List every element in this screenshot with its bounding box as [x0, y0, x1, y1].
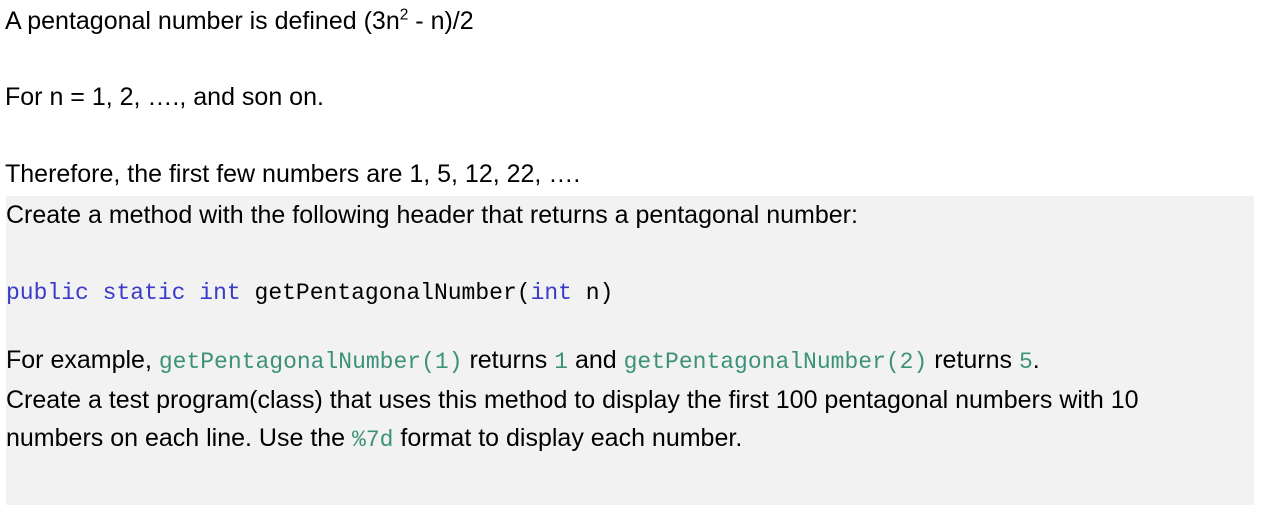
first-few-numbers-line: Therefore, the first few numbers are 1, … [5, 160, 581, 188]
definition-line: A pentagonal number is defined (3n2 - n)… [5, 7, 1255, 35]
example-prefix: For example, [6, 346, 159, 374]
definition-line-prefix: A pentagonal number is defined (3n [5, 7, 400, 35]
task-line-1: Create a test program(class) that uses t… [6, 386, 1139, 414]
slide-page: A pentagonal number is defined (3n2 - n)… [0, 0, 1262, 515]
signature-space-3 [241, 280, 255, 306]
example-result-2: 5 [1018, 349, 1033, 375]
example-mid-3: returns [927, 346, 1019, 374]
keyword-public: public [6, 280, 89, 306]
assignment-panel: Create a method with the following heade… [6, 196, 1254, 505]
task-line-2-suffix: format to display each number. [393, 424, 743, 452]
format-specifier: %7d [352, 427, 394, 453]
signature-space-2 [185, 280, 199, 306]
method-header-instruction: Create a method with the following heade… [6, 201, 858, 229]
definition-line-suffix: - n)/2 [408, 7, 474, 35]
example-suffix: . [1032, 346, 1040, 374]
parameter-name: n) [571, 280, 614, 306]
example-mid-1: returns [462, 346, 555, 374]
task-line-2: numbers on each line. Use the %7d format… [6, 425, 1254, 453]
example-call-2: getPentagonalNumber(2) [623, 349, 928, 375]
signature-space-1 [89, 280, 103, 306]
task-line-2-prefix: numbers on each line. Use the [6, 424, 353, 452]
sequence-domain-line: For n = 1, 2, …., and son on. [5, 83, 324, 111]
keyword-static: static [102, 280, 186, 306]
example-result-1: 1 [554, 349, 569, 375]
example-call-1: getPentagonalNumber(1) [158, 349, 463, 375]
method-name: getPentagonalNumber( [254, 280, 531, 306]
example-mid-2: and [568, 346, 624, 374]
example-line: For example, getPentagonalNumber(1) retu… [6, 347, 1254, 375]
keyword-int-parameter: int [530, 280, 572, 306]
assignment-panel-content: Create a method with the following heade… [6, 202, 1254, 453]
intro-text-block: A pentagonal number is defined (3n2 - n)… [5, 0, 1255, 187]
method-signature: public static int getPentagonalNumber(in… [6, 278, 1254, 306]
keyword-int-return: int [199, 280, 241, 306]
